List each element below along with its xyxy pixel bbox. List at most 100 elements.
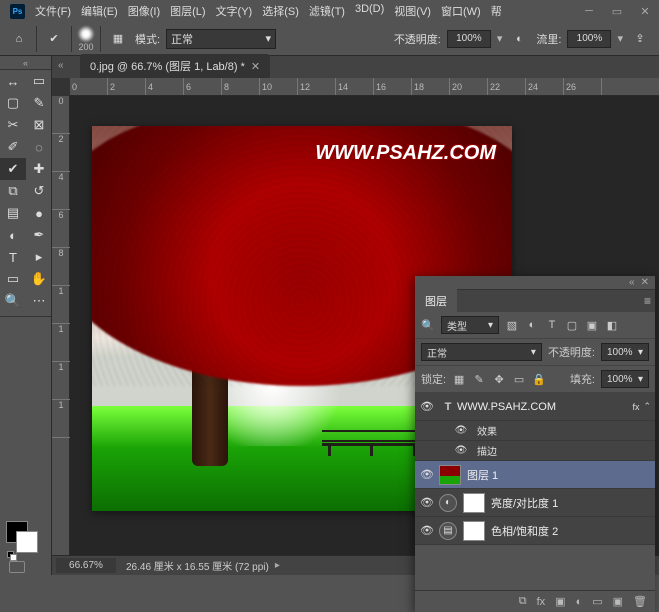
select-subject-tool[interactable]: ◌	[26, 136, 52, 158]
gradient-tool[interactable]: ▤	[0, 202, 26, 224]
layer-row[interactable]: 👁 ▤ 色相/饱和度 2	[415, 517, 655, 545]
opacity-input[interactable]: 100%	[447, 30, 491, 48]
adjustment-layer-icon[interactable]: ◐	[576, 596, 583, 608]
dodge-tool[interactable]: ◐	[0, 224, 26, 246]
layer-mask-thumbnail[interactable]	[463, 493, 485, 513]
marquee-tool[interactable]: ▢	[0, 92, 26, 114]
filter-smart-icon[interactable]: ▣	[585, 319, 599, 332]
layer-effects-row[interactable]: 👁 效果	[415, 421, 655, 441]
menu-file[interactable]: 文件(F)	[31, 0, 75, 22]
search-icon[interactable]: 🔍	[421, 319, 435, 332]
menu-type[interactable]: 文字(Y)	[212, 0, 257, 22]
close-button[interactable]: ✕	[631, 0, 659, 22]
brush-tool[interactable]: ✔	[0, 158, 26, 180]
filter-shape-icon[interactable]: ▢	[565, 319, 579, 332]
default-colors-icon[interactable]	[7, 551, 17, 561]
layers-panel[interactable]: « ✕ 图层 ≡ 🔍 类型▾ ▧ ◐ T ▢ ▣ ◧ 正常▾ 不透明度: 100…	[415, 276, 655, 612]
adjustment-icon[interactable]: ◐	[439, 494, 457, 512]
layer-name[interactable]: 色相/饱和度 2	[491, 523, 651, 539]
frame-tool[interactable]: ⊠	[26, 114, 52, 136]
layers-tab[interactable]: 图层	[415, 289, 457, 313]
eyedropper-tool[interactable]: ✐	[0, 136, 26, 158]
layer-mask-thumbnail[interactable]	[463, 521, 485, 541]
zoom-level-input[interactable]: 66.67%	[56, 558, 116, 573]
flow-input[interactable]: 100%	[567, 30, 611, 48]
pen-tool[interactable]: ✒	[26, 224, 52, 246]
document-info[interactable]: 26.46 厘米 x 16.55 厘米 (72 ppi)	[126, 558, 269, 573]
path-select-tool[interactable]: ▸	[26, 246, 52, 268]
toolbox-collapse-icon[interactable]: «	[0, 56, 51, 70]
layer-row[interactable]: 👁 T WWW.PSAHZ.COM fx ⌃	[415, 393, 655, 421]
color-swatches[interactable]	[4, 517, 50, 575]
lock-artboard-icon[interactable]: ▭	[512, 373, 526, 386]
menu-3d[interactable]: 3D(D)	[351, 0, 388, 22]
layer-name[interactable]: 亮度/对比度 1	[491, 495, 651, 511]
panel-collapse-icon[interactable]: «	[629, 277, 635, 288]
document-tab[interactable]: 0.jpg @ 66.7% (图层 1, Lab/8) * ✕	[80, 54, 270, 78]
adjustment-icon[interactable]: ▤	[439, 522, 457, 540]
visibility-toggle-icon[interactable]: 👁	[451, 445, 471, 456]
panel-menu-icon[interactable]: ≡	[644, 294, 651, 308]
ruler-horizontal[interactable]: 0 2 4 6 8 10 12 14 16 18 20 22 24 26	[70, 78, 659, 96]
ruler-vertical[interactable]: 0 2 4 6 8 1 1 1 1	[52, 96, 70, 555]
menu-view[interactable]: 视图(V)	[390, 0, 435, 22]
visibility-toggle-icon[interactable]: 👁	[415, 468, 439, 481]
shape-tool[interactable]: ▭	[0, 268, 26, 290]
close-icon[interactable]: ✕	[641, 277, 649, 288]
chevron-right-icon[interactable]: ▸	[275, 560, 280, 571]
restore-button[interactable]: ▭	[603, 0, 631, 22]
link-layers-icon[interactable]: ⧉	[519, 595, 527, 608]
blend-mode-select[interactable]: 正常▾	[166, 29, 276, 49]
layer-opacity-input[interactable]: 100%▾	[601, 343, 649, 361]
layer-row[interactable]: 👁 图层 1	[415, 461, 655, 489]
hand-tool[interactable]: ✋	[26, 268, 52, 290]
edit-toolbar-icon[interactable]: ⋯	[26, 290, 52, 312]
menu-filter[interactable]: 滤镜(T)	[305, 0, 349, 22]
tool-preset-icon[interactable]: ✔	[43, 28, 65, 50]
filter-pixel-icon[interactable]: ▧	[505, 319, 519, 332]
lock-transparency-icon[interactable]: ▦	[452, 373, 466, 386]
background-color-swatch[interactable]	[16, 531, 38, 553]
chevron-down-icon[interactable]: ▾	[497, 32, 503, 45]
type-tool[interactable]: T	[0, 246, 26, 268]
pressure-opacity-icon[interactable]: ◐	[508, 28, 530, 50]
chevron-down-icon[interactable]: ▾	[617, 32, 623, 45]
menu-help[interactable]: 帮	[487, 0, 506, 22]
close-icon[interactable]: ✕	[251, 60, 260, 73]
airbrush-icon[interactable]: ⇪	[629, 28, 651, 50]
visibility-toggle-icon[interactable]: 👁	[415, 524, 439, 537]
delete-layer-icon[interactable]: 🗑	[633, 595, 647, 608]
layer-name[interactable]: WWW.PSAHZ.COM	[457, 401, 632, 413]
move-tool[interactable]: ↔	[0, 70, 26, 92]
layer-blend-mode-select[interactable]: 正常▾	[421, 343, 542, 361]
chevron-up-icon[interactable]: ⌃	[643, 401, 651, 412]
layer-row[interactable]: 👁 ◐ 亮度/对比度 1	[415, 489, 655, 517]
filter-adjust-icon[interactable]: ◐	[525, 319, 539, 331]
quick-mask-icon[interactable]	[9, 561, 25, 573]
layer-fill-input[interactable]: 100%▾	[601, 370, 649, 388]
minimize-button[interactable]: ─	[575, 0, 603, 22]
zoom-tool[interactable]: 🔍	[0, 290, 26, 312]
fx-badge[interactable]: fx	[632, 402, 639, 412]
visibility-toggle-icon[interactable]: 👁	[415, 400, 439, 413]
crop-tool[interactable]: ✂	[0, 114, 26, 136]
lock-position-icon[interactable]: ✥	[492, 373, 506, 386]
healing-brush-tool[interactable]: ✚	[26, 158, 52, 180]
home-icon[interactable]: ⌂	[8, 28, 30, 50]
layer-style-icon[interactable]: fx	[537, 596, 546, 608]
layer-effect-stroke[interactable]: 👁 描边	[415, 441, 655, 461]
dock-toggle-icon[interactable]: «	[58, 60, 64, 71]
history-brush-tool[interactable]: ↺	[26, 180, 52, 202]
menu-layer[interactable]: 图层(L)	[166, 0, 209, 22]
brush-panel-toggle-icon[interactable]: ▦	[107, 28, 129, 50]
menu-select[interactable]: 选择(S)	[258, 0, 303, 22]
layer-mask-icon[interactable]: ▣	[555, 595, 565, 608]
clone-stamp-tool[interactable]: ⧉	[0, 180, 26, 202]
layer-filter-kind[interactable]: 类型▾	[441, 316, 499, 334]
blur-tool[interactable]: ●	[26, 202, 52, 224]
lock-all-icon[interactable]: 🔒	[532, 373, 546, 386]
menu-image[interactable]: 图像(I)	[124, 0, 164, 22]
lock-image-icon[interactable]: ✎	[472, 373, 486, 386]
brush-size-control[interactable]: 200	[78, 26, 94, 52]
layer-name[interactable]: 图层 1	[467, 467, 651, 483]
